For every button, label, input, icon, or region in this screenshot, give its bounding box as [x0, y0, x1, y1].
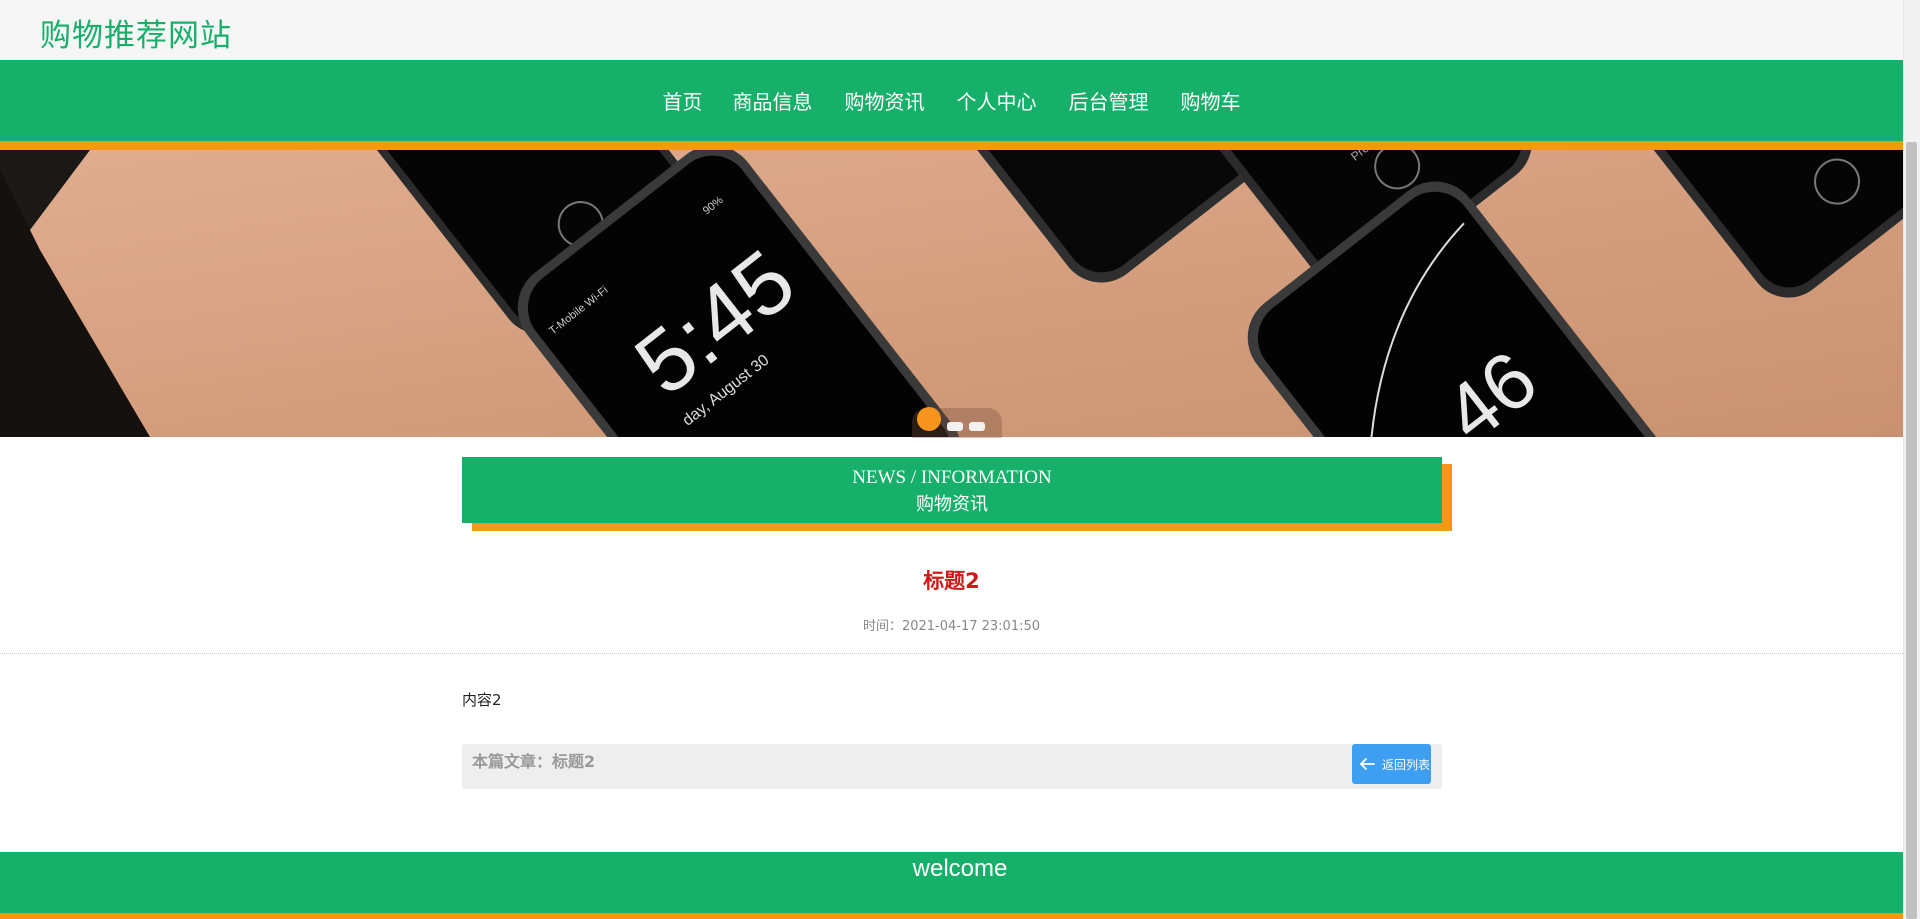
main-nav: 首页 商品信息 购物资讯 个人中心 后台管理 购物车	[0, 60, 1903, 141]
banner-carousel[interactable]: 5:45 day, August 30 T-Mobile Wi-Fi 90% P…	[0, 150, 1903, 437]
article-title: 标题2	[923, 569, 980, 593]
arrow-left-icon	[1360, 758, 1375, 770]
carousel-dot-2[interactable]	[947, 422, 963, 431]
nav-item-products[interactable]: 商品信息	[733, 86, 813, 115]
nav-item-profile[interactable]: 个人中心	[957, 86, 1037, 115]
article-body: 内容2	[462, 691, 502, 709]
welcome-accent-stripe	[0, 913, 1903, 919]
article-time: 时间：2021-04-17 23:01:50	[862, 619, 1041, 634]
carousel-dot-3[interactable]	[969, 422, 985, 431]
carousel-dot-1[interactable]	[917, 407, 941, 431]
banner-image: 5:45 day, August 30 T-Mobile Wi-Fi 90% P…	[0, 150, 1903, 437]
top-header: 购物推荐网站	[0, 0, 1903, 60]
scrollbar-thumb[interactable]	[1906, 142, 1917, 919]
welcome-text: welcome	[912, 855, 1008, 882]
section-title-cn: 购物资讯	[916, 494, 988, 515]
current-article-label: 本篇文章：标题2	[472, 752, 596, 771]
nav-item-cart[interactable]: 购物车	[1181, 86, 1241, 115]
nav-item-home[interactable]: 首页	[663, 86, 703, 115]
section-title-en: NEWS / INFORMATION	[852, 467, 1052, 488]
section-header: NEWS / INFORMATION 购物资讯	[462, 457, 1442, 523]
nav-item-admin[interactable]: 后台管理	[1069, 86, 1149, 115]
divider	[0, 653, 1903, 654]
back-to-list-label: 返回列表	[1382, 757, 1431, 772]
back-to-list-button[interactable]: 返回列表	[1352, 744, 1431, 784]
nav-item-news[interactable]: 购物资讯	[845, 86, 925, 115]
site-title[interactable]: 购物推荐网站	[40, 10, 232, 55]
article-footer-bar: 本篇文章：标题2 返回列表	[462, 744, 1442, 789]
nav-accent-stripe	[0, 141, 1903, 150]
